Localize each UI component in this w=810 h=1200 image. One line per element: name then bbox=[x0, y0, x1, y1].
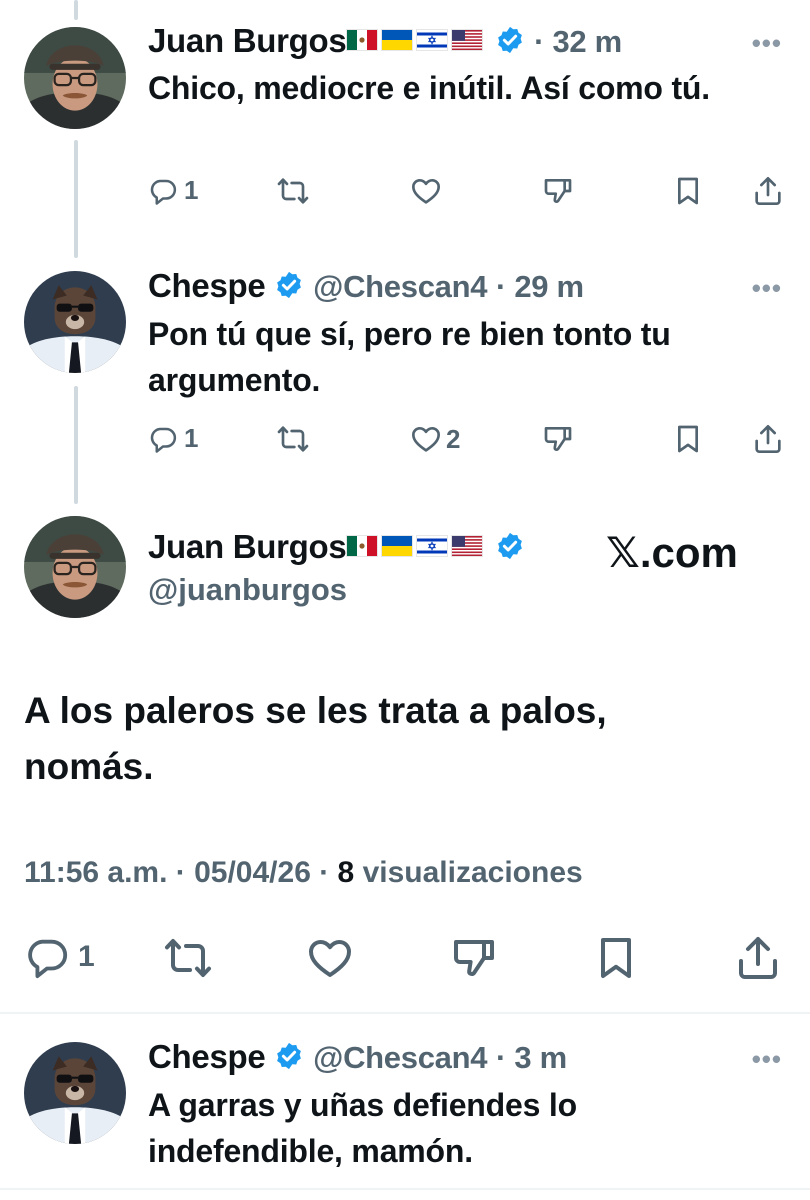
x-watermark: 𝕏.com bbox=[606, 529, 738, 576]
dislike-button[interactable] bbox=[542, 175, 574, 207]
dislike-button[interactable] bbox=[542, 423, 574, 455]
main-tweet-text: A los paleros se les trata a palos, nomá… bbox=[24, 690, 607, 787]
share-button[interactable] bbox=[752, 423, 784, 455]
tweet-text: Chico, mediocre e inútil. Así como tú. bbox=[148, 70, 710, 106]
retweet-icon bbox=[164, 934, 212, 982]
verified-icon bbox=[495, 25, 525, 55]
views-count: 8 bbox=[337, 856, 355, 889]
avatar-chespe[interactable] bbox=[24, 271, 126, 373]
tweet-author-name[interactable]: Chespe @Chescan4 · 3 m bbox=[148, 1038, 567, 1076]
main-author-name[interactable]: Juan Burgos bbox=[148, 528, 525, 566]
main-tweet-meta: 11:56 a.m. · 05/04/26 · 8 visualizacione… bbox=[24, 856, 583, 890]
main-author-handle[interactable]: @juanburgos bbox=[148, 572, 347, 608]
more-icon[interactable]: ••• bbox=[752, 1044, 782, 1075]
views-label: visualizaciones bbox=[362, 856, 583, 889]
bookmark-icon bbox=[672, 423, 704, 455]
reply-icon bbox=[148, 176, 178, 206]
share-icon bbox=[752, 423, 784, 455]
share-icon bbox=[734, 934, 782, 982]
divider-bottom bbox=[0, 1188, 810, 1190]
tweet-author-name[interactable]: Juan Burgos · 32 m bbox=[148, 22, 622, 60]
like-button[interactable] bbox=[410, 175, 442, 207]
like-icon bbox=[410, 423, 442, 455]
like-button[interactable]: 2 bbox=[410, 423, 460, 455]
reply-count: 1 bbox=[184, 175, 199, 205]
flag-mexico-icon bbox=[346, 535, 379, 558]
retweet-button[interactable] bbox=[277, 175, 309, 207]
dislike-icon bbox=[542, 423, 574, 455]
flag-israel-icon bbox=[416, 535, 449, 558]
share-button[interactable] bbox=[752, 175, 784, 207]
retweet-icon bbox=[277, 175, 309, 207]
thread-line-top bbox=[74, 0, 78, 20]
author-name[interactable]: Juan Burgos bbox=[148, 528, 347, 565]
author-name[interactable]: Juan Burgos bbox=[148, 22, 347, 59]
flag-mexico-icon bbox=[346, 29, 379, 52]
tweet-time[interactable]: · 3 m bbox=[496, 1040, 567, 1075]
reply-icon bbox=[24, 934, 70, 980]
dislike-icon bbox=[450, 934, 498, 982]
verified-icon bbox=[274, 1041, 304, 1071]
divider bbox=[0, 1012, 810, 1014]
main-retweet-button[interactable] bbox=[164, 934, 212, 982]
reply-icon bbox=[148, 424, 178, 454]
flag-usa-icon bbox=[451, 29, 484, 52]
main-share-button[interactable] bbox=[734, 934, 782, 982]
thread-line-2 bbox=[74, 386, 78, 504]
tweet-text: Pon tú que sí, pero re bien tonto tu arg… bbox=[148, 316, 671, 398]
flag-israel-icon bbox=[416, 29, 449, 52]
reply-button[interactable]: 1 bbox=[148, 175, 198, 206]
retweet-button[interactable] bbox=[277, 423, 309, 455]
tweet-text: A garras y uñas defiendes lo indefendibl… bbox=[148, 1087, 577, 1169]
share-icon bbox=[752, 175, 784, 207]
bookmark-icon bbox=[672, 175, 704, 207]
flag-ukraine-icon bbox=[381, 535, 414, 558]
like-count: 2 bbox=[446, 423, 461, 454]
tweet-author-name[interactable]: Chespe @Chescan4 · 29 m bbox=[148, 267, 584, 305]
flag-ukraine-icon bbox=[381, 29, 414, 52]
verified-icon bbox=[274, 270, 304, 300]
avatar-juan-main[interactable] bbox=[24, 516, 126, 618]
flag-usa-icon bbox=[451, 535, 484, 558]
reply-count: 1 bbox=[184, 423, 199, 453]
main-reply-button[interactable]: 1 bbox=[24, 934, 95, 980]
main-like-button[interactable] bbox=[306, 934, 354, 982]
flag-emojis bbox=[346, 22, 486, 59]
main-tweet-timestamp[interactable]: 11:56 a.m. · 05/04/26 · bbox=[24, 856, 329, 889]
author-name[interactable]: Chespe bbox=[148, 1038, 266, 1075]
avatar-chespe[interactable] bbox=[24, 1042, 126, 1144]
verified-icon bbox=[495, 531, 525, 561]
author-handle[interactable]: @Chescan4 bbox=[313, 1040, 487, 1075]
avatar-juan[interactable] bbox=[24, 27, 126, 129]
author-handle[interactable]: @Chescan4 bbox=[313, 269, 487, 304]
more-icon[interactable]: ••• bbox=[752, 273, 782, 304]
thread-line-1 bbox=[74, 140, 78, 258]
main-reply-count: 1 bbox=[78, 940, 95, 973]
like-icon bbox=[306, 934, 354, 982]
reply-button[interactable]: 1 bbox=[148, 423, 198, 454]
flag-emojis bbox=[346, 528, 486, 565]
bookmark-icon bbox=[592, 934, 640, 982]
like-icon bbox=[410, 175, 442, 207]
main-bookmark-button[interactable] bbox=[592, 934, 640, 982]
tweet-time[interactable]: · 32 m bbox=[534, 24, 622, 59]
more-icon[interactable]: ••• bbox=[752, 28, 782, 59]
main-dislike-button[interactable] bbox=[450, 934, 498, 982]
retweet-icon bbox=[277, 423, 309, 455]
tweet-time[interactable]: · 29 m bbox=[496, 269, 584, 304]
bookmark-button[interactable] bbox=[672, 423, 704, 455]
bookmark-button[interactable] bbox=[672, 175, 704, 207]
author-name[interactable]: Chespe bbox=[148, 267, 266, 304]
dislike-icon bbox=[542, 175, 574, 207]
